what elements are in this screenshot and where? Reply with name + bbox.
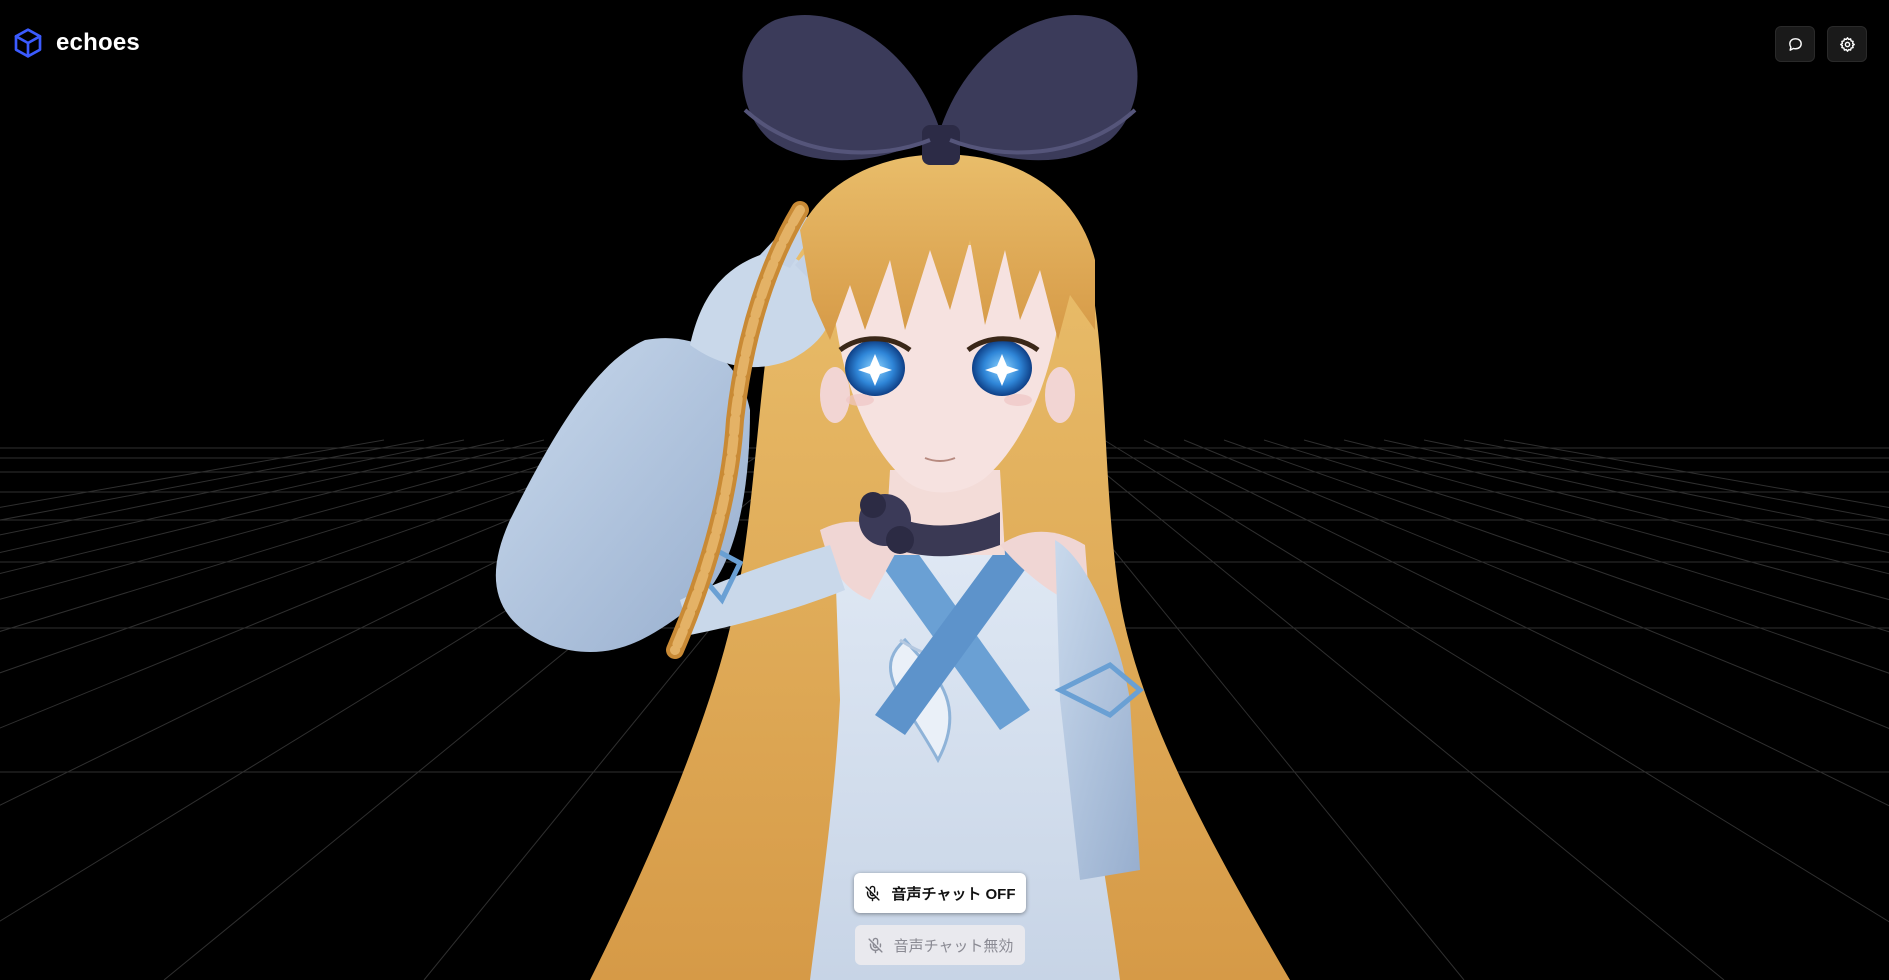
app-name: echoes [56,29,140,56]
header-actions [1775,26,1867,62]
chat-bubble-icon [1788,37,1802,51]
mic-off-icon [865,885,881,901]
mic-off-icon [867,937,883,953]
voice-chat-toggle-button[interactable]: 音声チャット OFF [854,873,1026,913]
voice-controls: 音声チャット OFF 音声チャット無効 [854,873,1026,965]
avatar-model[interactable] [0,0,1889,980]
settings-button[interactable] [1827,26,1867,62]
voice-chat-status: 音声チャット無効 [855,925,1025,965]
voice-chat-toggle-label: 音声チャット OFF [891,885,1016,903]
brand[interactable]: echoes [12,26,140,60]
cube-icon [14,28,42,58]
viewport-3d[interactable]: echoes 音声チャット OFF 音声チャット無効 [0,0,1889,980]
chat-button[interactable] [1775,26,1815,62]
top-bar: echoes [0,0,1889,88]
voice-chat-status-label: 音声チャット無効 [893,937,1014,955]
gear-icon [1839,36,1855,52]
